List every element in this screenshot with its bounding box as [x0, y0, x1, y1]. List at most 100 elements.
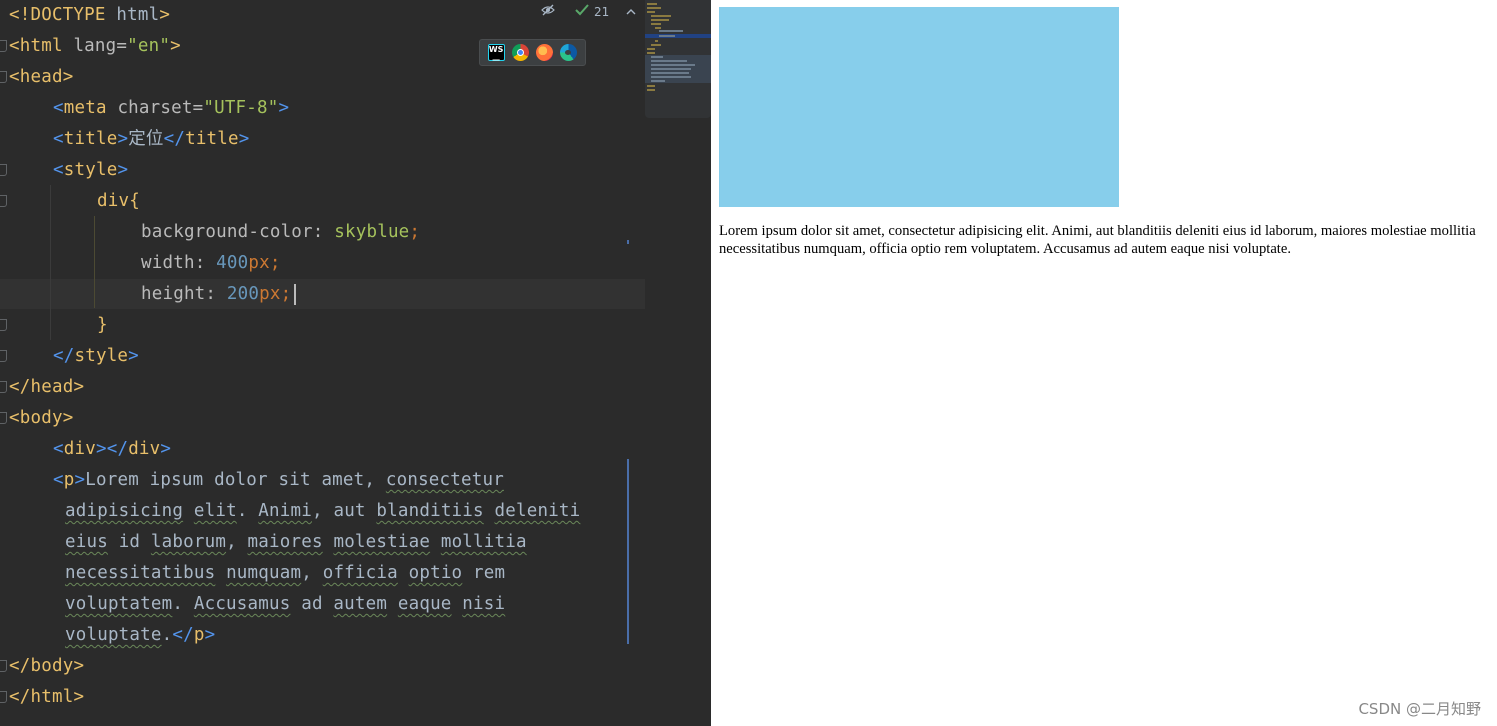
p-text: eaque	[397, 594, 452, 614]
tag-open: <	[9, 36, 20, 56]
fold-marker[interactable]	[0, 71, 8, 83]
fold-marker[interactable]	[0, 195, 8, 207]
tag-mid: ></	[95, 439, 129, 459]
chrome-icon[interactable]	[511, 44, 529, 61]
check-icon[interactable]	[574, 4, 590, 20]
css-semicolon: ;	[409, 222, 421, 242]
p-text: officia	[322, 563, 398, 583]
code-line-6[interactable]: <style>	[53, 155, 128, 186]
code-line-5[interactable]: <title>定位</title>	[53, 124, 250, 155]
css-semicolon: ;	[269, 253, 281, 273]
code-line-1[interactable]: <!DOCTYPE html>	[9, 0, 170, 31]
edge-icon[interactable]	[560, 44, 578, 61]
p-text: ,	[301, 563, 323, 583]
tag-name: head	[30, 377, 74, 397]
code-editor[interactable]: <!DOCTYPE html> <html lang="en"> <head> …	[0, 0, 711, 726]
code-line-13[interactable]: </head>	[9, 372, 84, 403]
tag-name: p	[63, 470, 75, 490]
fold-marker[interactable]	[0, 660, 8, 672]
code-line-2[interactable]: <html lang="en">	[9, 31, 181, 62]
attr-value: "UTF-8"	[203, 98, 279, 118]
code-line-16[interactable]: <p>Lorem ipsum dolor sit amet, consectet…	[53, 465, 504, 496]
tag-name: head	[19, 67, 63, 87]
css-property: height	[141, 284, 206, 304]
code-line-3[interactable]: <head>	[9, 62, 73, 93]
code-line-17[interactable]: adipisicing elit. Animi, aut blanditiis …	[65, 496, 580, 527]
tag-mid: >	[74, 470, 86, 490]
code-line-19[interactable]: necessitatibus numquam, officia optio re…	[65, 558, 505, 589]
p-text: numquam	[226, 563, 302, 583]
fold-marker[interactable]	[0, 691, 8, 703]
css-unit: px	[248, 253, 270, 273]
tag-close: >	[62, 67, 74, 87]
p-text: deleniti	[494, 501, 581, 521]
p-text: mollitia	[440, 532, 527, 552]
firefox-icon[interactable]	[536, 44, 554, 61]
code-line-20[interactable]: voluptatem. Accusamus ad autem eaque nis…	[65, 589, 505, 620]
fold-marker[interactable]	[0, 350, 8, 362]
tag-name: html	[30, 687, 74, 707]
tag-open: <	[53, 160, 64, 180]
tag-close: >	[128, 346, 139, 366]
tag-open: <	[53, 470, 64, 490]
eye-hidden-icon[interactable]	[540, 4, 556, 20]
tag-open: </	[53, 346, 75, 366]
minimap[interactable]	[645, 0, 711, 118]
code-line-10[interactable]: height: 200px;	[141, 279, 291, 310]
css-colon: :	[194, 253, 217, 273]
code-line-9[interactable]: width: 400px;	[141, 248, 281, 279]
tag-close: >	[73, 687, 85, 707]
tag-open: <	[53, 98, 64, 118]
attr-eq: =	[116, 36, 128, 56]
doctype-html: html	[105, 5, 160, 25]
code-line-15[interactable]: <div></div>	[53, 434, 171, 465]
p-text: blanditiis	[376, 501, 484, 521]
css-property: width	[141, 253, 195, 273]
code-line-14[interactable]: <body>	[9, 403, 73, 434]
tag-close: >	[278, 98, 290, 118]
fold-marker[interactable]	[0, 412, 8, 424]
p-text: nisi	[462, 594, 506, 614]
tag-close-open: </	[172, 625, 194, 645]
tag-name: body	[30, 656, 74, 676]
webstorm-icon[interactable]: WS —	[487, 44, 505, 64]
browser-launcher: WS —	[479, 39, 586, 66]
fold-marker[interactable]	[0, 381, 8, 393]
css-semicolon: ;	[280, 284, 292, 304]
tag-open: <	[53, 439, 64, 459]
css-number: 400	[216, 253, 249, 273]
p-text	[183, 501, 194, 521]
css-value: skyblue	[334, 222, 410, 242]
tag-close: >	[73, 656, 85, 676]
indent-guide	[94, 216, 95, 308]
tag-name: style	[74, 346, 129, 366]
code-line-8[interactable]: background-color: skyblue;	[141, 217, 420, 248]
code-line-4[interactable]: <meta charset="UTF-8">	[53, 93, 289, 124]
p-text: .	[236, 501, 259, 521]
code-line-11[interactable]: }	[97, 310, 108, 341]
p-text: .	[172, 594, 194, 614]
fold-marker[interactable]	[0, 164, 8, 176]
attr-name: lang	[62, 36, 117, 56]
p-text	[452, 594, 463, 614]
tag-close: >	[62, 408, 74, 428]
code-line-22[interactable]: </body>	[9, 651, 84, 682]
code-line-7[interactable]: div{	[97, 186, 140, 217]
fold-marker[interactable]	[0, 319, 8, 331]
code-line-21[interactable]: voluptate.</p>	[65, 620, 215, 651]
css-unit: px	[259, 284, 281, 304]
tag-open: <	[53, 129, 64, 149]
p-text	[387, 594, 398, 614]
css-selector: div{	[97, 191, 140, 211]
tag-open: <	[9, 408, 20, 428]
p-text: Lorem ipsum dolor sit amet,	[85, 470, 386, 490]
scroll-marker	[627, 240, 629, 244]
code-line-18[interactable]: eius id laborum, maiores molestiae molli…	[65, 527, 527, 558]
tag-name: div	[128, 439, 161, 459]
p-text: consectetur	[385, 470, 504, 490]
arrow-up-icon[interactable]	[623, 4, 639, 20]
code-line-23[interactable]: </html>	[9, 682, 84, 713]
fold-marker[interactable]	[0, 40, 8, 52]
p-text: .	[161, 625, 173, 645]
code-line-12[interactable]: </style>	[53, 341, 139, 372]
